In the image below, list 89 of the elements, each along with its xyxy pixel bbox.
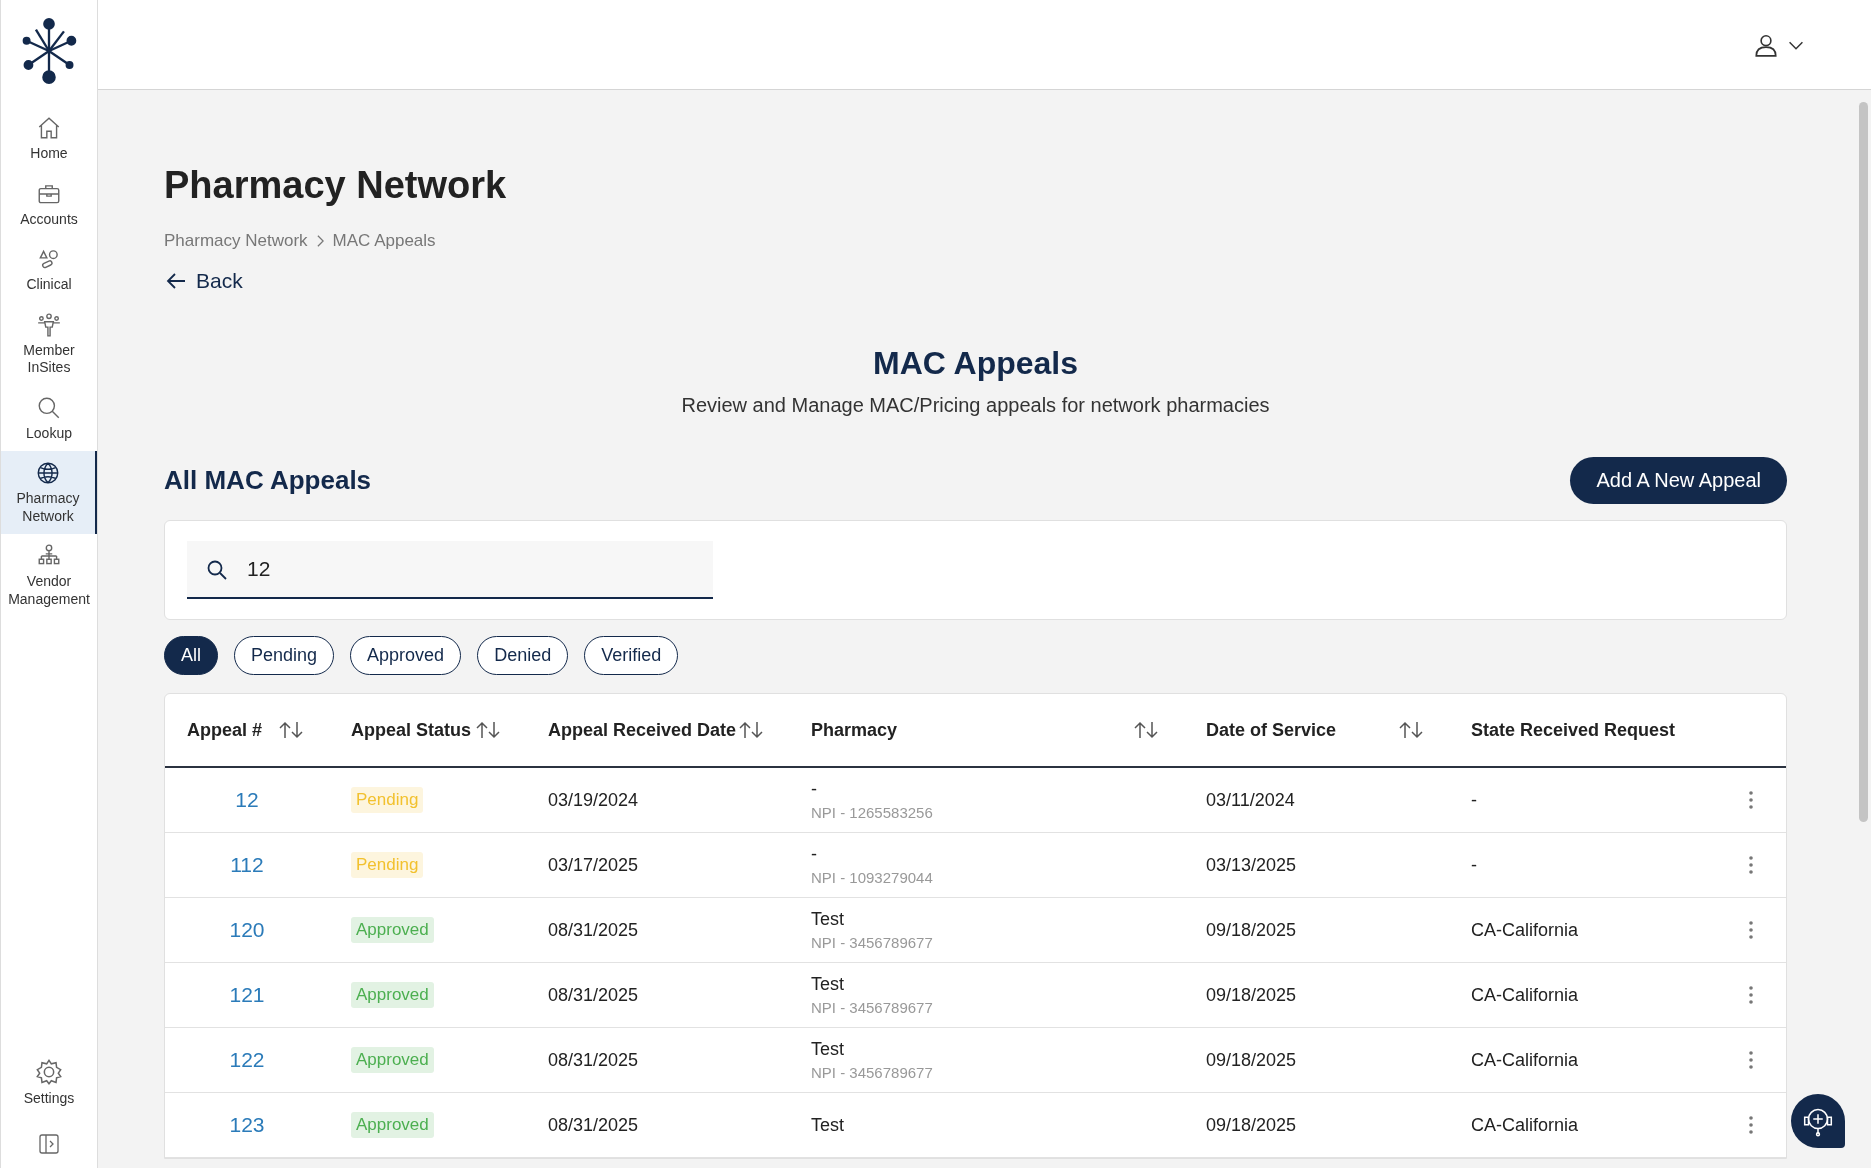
appeal-link[interactable]: 112 <box>230 853 264 877</box>
table-cell: 03/19/2024 <box>548 789 639 811</box>
more-options-icon[interactable] <box>1748 1050 1754 1070</box>
search-icon <box>205 558 229 582</box>
appeal-link[interactable]: 120 <box>229 918 265 942</box>
sidebar-item[interactable]: Member InSites <box>1 302 97 386</box>
back-link[interactable]: Back <box>164 269 243 293</box>
npi-number: NPI - 3456789677 <box>811 999 933 1016</box>
more-options-icon[interactable] <box>1748 920 1754 940</box>
section-heading: MAC Appeals <box>871 345 1080 382</box>
settings-icon <box>35 1057 63 1086</box>
more-options-icon[interactable] <box>1748 985 1754 1005</box>
appeal-link[interactable]: 122 <box>229 1048 265 1072</box>
filter-chip[interactable]: Approved <box>350 636 462 675</box>
sidebar-item[interactable]: Accounts <box>1 171 97 237</box>
table-cell: 08/31/2025 <box>548 1049 639 1071</box>
home-icon <box>36 115 62 141</box>
table-cell: 08/31/2025 <box>548 984 639 1006</box>
pharmacy-name: Test <box>811 974 844 995</box>
filter-chip[interactable]: Verified <box>584 636 679 675</box>
filter-chip[interactable]: Denied <box>477 636 569 675</box>
support-chat-button[interactable] <box>1791 1094 1845 1148</box>
table-cell: CA-California <box>1471 1049 1579 1071</box>
status-tag: Approved <box>351 1047 434 1073</box>
sidebar-item[interactable]: Home <box>1 106 97 172</box>
appeal-link[interactable]: 123 <box>229 1113 265 1137</box>
sidebar-item[interactable]: Vendor Management <box>1 534 97 617</box>
table-cell: 08/31/2025 <box>548 919 639 941</box>
table-cell: 08/31/2025 <box>548 1114 639 1136</box>
pharmacy-name: - <box>811 779 817 800</box>
breadcrumb-link[interactable]: Pharmacy Network <box>164 231 308 251</box>
table-cell: 09/18/2025 <box>1206 919 1297 941</box>
npi-number: NPI - 3456789677 <box>811 934 933 951</box>
table-cell: CA-California <box>1471 919 1579 941</box>
logo-icon <box>21 18 77 84</box>
table-cell: 09/18/2025 <box>1206 984 1297 1006</box>
table-cell: - <box>1471 789 1477 811</box>
column-header: Date of Service <box>1206 719 1337 741</box>
page-title: Pharmacy Network <box>164 164 508 207</box>
appeal-link[interactable]: 12 <box>235 788 259 812</box>
npi-number: NPI - 1093279044 <box>811 869 933 886</box>
filter-chip[interactable]: Pending <box>234 636 335 675</box>
settings-item[interactable]: Settings <box>1 1048 97 1116</box>
pharmacy-name: Test <box>811 1114 844 1136</box>
globe-icon <box>35 460 61 486</box>
pharmacy-name: Test <box>811 1039 844 1060</box>
status-tag: Pending <box>351 852 424 878</box>
more-options-icon[interactable] <box>1748 855 1754 875</box>
sort-icon[interactable] <box>278 721 304 739</box>
status-tag: Approved <box>351 982 434 1008</box>
table-cell: CA-California <box>1471 984 1579 1006</box>
section-description: Review and Manage MAC/Pricing appeals for network pharmacies <box>680 394 1271 417</box>
column-header: Appeal Status <box>351 719 472 741</box>
search-field[interactable]: 12 <box>187 541 713 599</box>
people-icon <box>36 311 62 338</box>
add-appeal-button[interactable]: Add A New Appeal <box>1570 457 1787 504</box>
chevron-right-icon <box>315 234 325 248</box>
column-header: State Received Request <box>1471 719 1676 741</box>
npi-number: NPI - 3456789677 <box>811 1064 933 1081</box>
sort-icon[interactable] <box>738 721 764 739</box>
more-options-icon[interactable] <box>1748 790 1754 810</box>
table-cell: 09/18/2025 <box>1206 1049 1297 1071</box>
more-options-icon[interactable] <box>1748 1115 1754 1135</box>
pharmacy-name: Test <box>811 909 844 930</box>
table-cell: CA-California <box>1471 1114 1579 1136</box>
npi-number: NPI - 1265583256 <box>811 804 933 821</box>
sidebar-item[interactable]: Pharmacy Network <box>1 451 97 534</box>
column-header: Appeal # <box>187 719 263 741</box>
pharmacy-name: - <box>811 844 817 865</box>
sort-icon[interactable] <box>475 721 501 739</box>
table-cell: 09/18/2025 <box>1206 1114 1297 1136</box>
filter-chip[interactable]: All <box>164 636 218 675</box>
status-tag: Approved <box>351 1112 434 1138</box>
panel-toggle-icon[interactable] <box>37 1132 61 1156</box>
table-cell: - <box>1471 854 1477 876</box>
table-cell: 03/11/2024 <box>1206 789 1295 811</box>
sort-icon[interactable] <box>1133 721 1159 739</box>
breadcrumb-link[interactable]: MAC Appeals <box>332 231 436 251</box>
sidebar-item[interactable]: Lookup <box>1 385 97 451</box>
column-header: Appeal Received Date <box>548 719 737 741</box>
list-title: All MAC Appeals <box>164 465 372 496</box>
column-header: Pharmacy <box>811 719 898 741</box>
table-cell: 03/13/2025 <box>1206 854 1297 876</box>
sidebar-item[interactable]: Clinical <box>1 237 97 303</box>
status-tag: Approved <box>351 917 434 943</box>
sort-icon[interactable] <box>1398 721 1424 739</box>
status-tag: Pending <box>351 787 424 813</box>
appeal-link[interactable]: 121 <box>229 983 265 1007</box>
table-cell: 03/17/2025 <box>548 854 639 876</box>
